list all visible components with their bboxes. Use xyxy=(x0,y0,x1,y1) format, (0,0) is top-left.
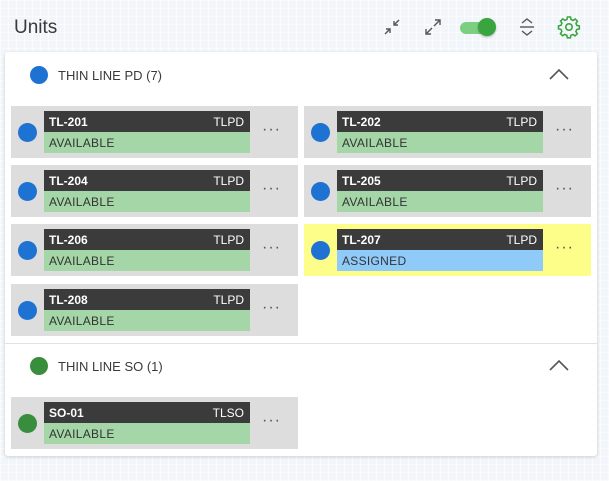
unit-id-bar: TL-207 TLPD xyxy=(337,229,543,250)
more-options-icon[interactable]: ··· xyxy=(555,238,579,258)
unit-id-bar: TL-206 TLPD xyxy=(44,229,250,250)
unit-status-bar: AVAILABLE xyxy=(337,132,543,153)
unit-status-dot xyxy=(18,241,37,260)
unit-id: TL-206 xyxy=(49,233,88,247)
unit-status-bar: AVAILABLE xyxy=(44,132,250,153)
unit-card[interactable]: TL-207 TLPD ASSIGNED ··· xyxy=(304,224,591,276)
unit-status-dot xyxy=(18,182,37,201)
unit-id-bar: TL-202 TLPD xyxy=(337,111,543,132)
unit-card[interactable]: TL-202 TLPD AVAILABLE ··· xyxy=(304,106,591,158)
unit-status-dot xyxy=(311,123,330,142)
unit-type: TLPD xyxy=(506,174,537,188)
unit-status-dot xyxy=(18,301,37,320)
more-options-icon[interactable]: ··· xyxy=(262,179,286,199)
unit-status: ASSIGNED xyxy=(342,254,407,268)
toggle-switch[interactable] xyxy=(458,18,496,36)
unit-card[interactable]: TL-208 TLPD AVAILABLE ··· xyxy=(11,284,298,336)
chevron-up-icon[interactable] xyxy=(548,358,570,372)
unit-card[interactable]: TL-204 TLPD AVAILABLE ··· xyxy=(11,165,298,217)
unit-status-dot xyxy=(18,414,37,433)
unit-id: TL-207 xyxy=(342,233,381,247)
unit-status-dot xyxy=(311,241,330,260)
more-options-icon[interactable]: ··· xyxy=(262,298,286,318)
unit-card[interactable]: SO-01 TLSO AVAILABLE ··· xyxy=(11,397,298,449)
expand-arrows-icon[interactable] xyxy=(420,14,446,40)
unit-type: TLPD xyxy=(506,115,537,129)
unit-status: AVAILABLE xyxy=(342,136,408,150)
unit-status: AVAILABLE xyxy=(49,427,115,441)
unfold-icon[interactable] xyxy=(514,14,540,40)
unit-id: TL-204 xyxy=(49,174,88,188)
units-panel: THIN LINE PD (7) TL-201 TLPD AVAILABLE ··· T… xyxy=(5,52,597,456)
unit-card[interactable]: TL-206 TLPD AVAILABLE ··· xyxy=(11,224,298,276)
unit-card[interactable]: TL-201 TLPD AVAILABLE ··· xyxy=(11,106,298,158)
collapse-arrows-icon[interactable] xyxy=(379,14,405,40)
unit-type: TLPD xyxy=(213,233,244,247)
unit-type: TLPD xyxy=(213,115,244,129)
unit-id: TL-201 xyxy=(49,115,88,129)
unit-status-dot xyxy=(18,123,37,142)
unit-status-bar: AVAILABLE xyxy=(44,191,250,212)
unit-status-bar: AVAILABLE xyxy=(44,250,250,271)
page-title: Units xyxy=(14,17,58,38)
unit-status: AVAILABLE xyxy=(49,195,115,209)
more-options-icon[interactable]: ··· xyxy=(262,411,286,431)
unit-status: AVAILABLE xyxy=(49,254,115,268)
unit-id-bar: TL-205 TLPD xyxy=(337,170,543,191)
group-header-thin-line-pd[interactable]: THIN LINE PD (7) xyxy=(5,52,597,96)
unit-card[interactable]: TL-205 TLPD AVAILABLE ··· xyxy=(304,165,591,217)
group-color-dot xyxy=(30,66,48,84)
unit-id: TL-208 xyxy=(49,293,88,307)
unit-type: TLSO xyxy=(212,406,244,420)
unit-status-dot xyxy=(311,182,330,201)
unit-type: TLPD xyxy=(213,293,244,307)
unit-id: TL-202 xyxy=(342,115,381,129)
unit-status: AVAILABLE xyxy=(342,195,408,209)
more-options-icon[interactable]: ··· xyxy=(555,179,579,199)
unit-status: AVAILABLE xyxy=(49,136,115,150)
group-color-dot xyxy=(30,357,48,375)
unit-status-bar: AVAILABLE xyxy=(337,191,543,212)
toggle-knob xyxy=(478,18,496,36)
unit-status-bar: AVAILABLE xyxy=(44,310,250,331)
unit-status: AVAILABLE xyxy=(49,314,115,328)
gear-icon[interactable] xyxy=(556,14,582,40)
group-header-thin-line-so[interactable]: THIN LINE SO (1) xyxy=(5,344,597,388)
group-label: THIN LINE SO (1) xyxy=(58,359,163,374)
group-label: THIN LINE PD (7) xyxy=(58,68,163,83)
more-options-icon[interactable]: ··· xyxy=(555,120,579,140)
unit-status-bar: ASSIGNED xyxy=(337,250,543,271)
chevron-up-icon[interactable] xyxy=(548,67,570,81)
unit-id: SO-01 xyxy=(49,406,84,420)
unit-id-bar: TL-208 TLPD xyxy=(44,289,250,310)
unit-id: TL-205 xyxy=(342,174,381,188)
unit-type: TLPD xyxy=(213,174,244,188)
more-options-icon[interactable]: ··· xyxy=(262,120,286,140)
unit-id-bar: TL-201 TLPD xyxy=(44,111,250,132)
unit-id-bar: TL-204 TLPD xyxy=(44,170,250,191)
units-header: Units xyxy=(0,0,609,52)
more-options-icon[interactable]: ··· xyxy=(262,238,286,258)
unit-type: TLPD xyxy=(506,233,537,247)
unit-id-bar: SO-01 TLSO xyxy=(44,402,250,423)
unit-status-bar: AVAILABLE xyxy=(44,423,250,444)
